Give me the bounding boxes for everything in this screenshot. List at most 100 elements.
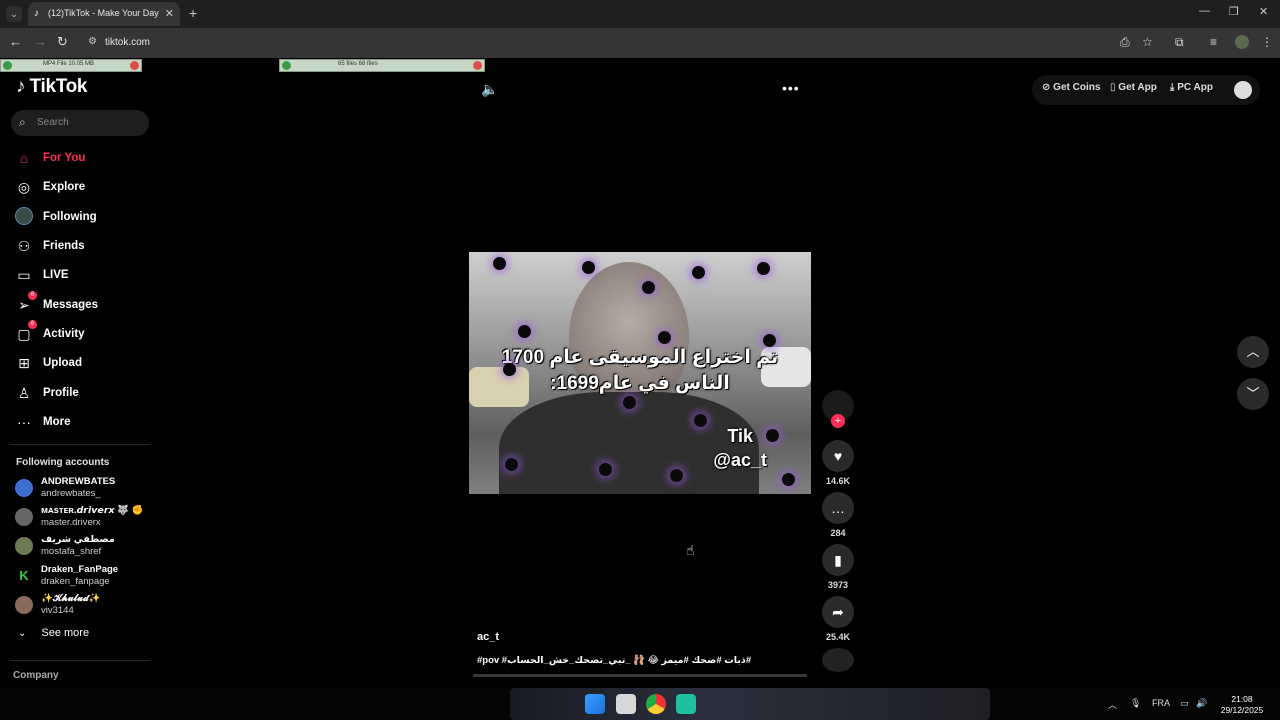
next-video-button[interactable]: ﹀ [1237,378,1269,410]
video-caption-line2: الناس في عام1699: [550,373,730,394]
company-link[interactable]: Company [13,670,59,681]
watermark-line1: Tik [727,426,753,446]
download-icon: ⤓ [1170,82,1175,93]
nav-friends[interactable]: ⚇ Friends [14,235,85,257]
nav-for-you[interactable]: ⌂ For You [14,147,86,169]
previous-video-button[interactable]: ︿ [1237,336,1269,368]
follow-plus-icon[interactable]: + [831,414,845,428]
nav-label: Messages [43,299,98,311]
microphone-icon[interactable]: 🎙 [1130,698,1141,709]
chrome-icon[interactable] [646,694,666,714]
overlay-dot [505,458,518,471]
site-info-icon[interactable]: ⚙ [88,36,97,47]
avatar [15,537,33,555]
nav-messages[interactable]: ➢ 6 Messages [14,291,98,316]
install-app-icon[interactable]: ⎙ [1120,35,1130,50]
more-options-icon[interactable]: ••• [782,80,800,96]
nav-following[interactable]: Following [14,206,97,228]
browser-tab-bar: ⌄ ♪ (12)TikTok - Make Your Day ✕ + — ❐ ✕ [0,0,1280,28]
tiktok-logo[interactable]: ♪ TikTok [16,76,87,98]
close-window-icon[interactable]: ✕ [1259,5,1268,18]
download-close-icon[interactable] [130,61,139,70]
bookmark-star-icon[interactable]: ☆ [1142,35,1153,49]
windows-taskbar: ︿ 🎙 FRA ▭ 🔊 [0,688,1280,720]
file-explorer-icon[interactable] [616,694,636,714]
profile-icon: ♙ [17,384,31,401]
nav-label: Explore [43,181,86,193]
get-app-label: Get App [1118,82,1157,93]
app-icon[interactable] [676,694,696,714]
video-player[interactable]: تم اختراع الموسيقى عام 1700 الناس في عام… [469,252,811,494]
pc-app-label: PC App [1177,82,1213,93]
back-icon[interactable]: ← [9,34,22,49]
overlay-dot [582,261,595,274]
restore-icon[interactable]: ❐ [1229,5,1239,18]
video-author[interactable]: ac_t [477,631,499,643]
tray-chevron-icon[interactable]: ︿ [1108,698,1117,711]
account-handle: andrewbates_ [41,488,101,499]
download-close-icon[interactable] [473,61,482,70]
nav-live[interactable]: ▭ LIVE [14,264,68,286]
get-coins-button[interactable]: ⊘ Get Coins [1042,82,1100,93]
download-text: 65 files 68 files [338,61,378,67]
language-indicator[interactable]: FRA [1152,698,1170,708]
reload-icon[interactable]: ↻ [57,34,68,50]
comment-icon: … [822,492,854,524]
search-input[interactable]: ⌕ Search [11,110,149,136]
nav-label: For You [43,152,86,164]
account-name: Draken_FanPage [41,564,119,575]
like-count: 14.6K [825,476,851,486]
save-count: 3973 [827,580,849,590]
forward-icon[interactable]: → [34,34,47,49]
url-text: tiktok.com [105,37,151,48]
nav-explore[interactable]: ◎ Explore [14,176,85,198]
tiktok-note-icon: ♪ [16,76,26,97]
network-icon[interactable]: ▭ [1180,698,1189,709]
overlay-dot [670,469,683,482]
minimize-icon[interactable]: — [1199,5,1210,17]
nav-activity[interactable]: ▢ 6 Activity [14,320,85,345]
nav-label: More [43,416,71,428]
get-coins-label: Get Coins [1053,82,1101,93]
extensions-icon[interactable]: ⧉ [1175,35,1184,50]
pc-app-button[interactable]: ⤓ PC App [1170,82,1213,93]
account-handle: draken_fanpage [41,576,110,587]
browser-tab[interactable]: ♪ (12)TikTok - Make Your Day ✕ [28,2,180,26]
nav-upload[interactable]: ⊞ Upload [14,352,82,374]
speaker-icon[interactable]: 🔊 [1196,698,1207,709]
address-bar[interactable]: ⚙ tiktok.com [80,32,1160,54]
tab-close-icon[interactable]: ✕ [165,7,174,20]
get-app-button[interactable]: ▯ Get App [1110,82,1157,93]
video-progress-bar[interactable] [473,674,807,677]
taskbar-clock[interactable]: 21:08 29/12/2025 [1212,694,1272,716]
new-tab-button[interactable]: + [189,5,197,21]
volume-icon[interactable]: 🔈 [481,81,498,98]
tab-search-dropdown[interactable]: ⌄ [6,6,22,22]
search-placeholder: Search [37,117,69,128]
media-controls-icon[interactable]: ≡ [1210,35,1217,49]
compass-icon: ◎ [17,178,31,195]
chrome-profile-avatar[interactable] [1235,35,1249,49]
download-item[interactable]: MP4 File 10.05 MB [0,59,142,72]
chrome-menu-icon[interactable]: ⋮ [1261,35,1273,49]
account-name: ✨𝓚𝓱𝓾𝓵𝓾𝓭✨ [41,593,101,604]
nav-label: Activity [43,328,85,340]
nav-label: Friends [43,240,85,252]
overlay-dot [658,331,671,344]
music-disc-icon [822,648,854,672]
following-avatar-icon [14,206,34,228]
avatar: K [15,567,33,585]
video-caption-line1: تم اختراع الموسيقى عام 1700 [501,347,779,368]
clock-date: 29/12/2025 [1220,705,1264,715]
windows-start-icon[interactable] [585,694,605,714]
following-accounts-title: Following accounts [16,457,110,468]
overlay-dot [503,363,516,376]
see-more-button[interactable]: ⌄ See more [18,627,89,639]
overlay-dot [493,257,506,270]
download-status-icon [282,61,291,70]
nav-profile[interactable]: ♙ Profile [14,382,79,404]
nav-more[interactable]: ··· More [14,411,70,433]
download-item[interactable]: 65 files 68 files [279,59,485,72]
user-avatar[interactable] [1234,81,1252,99]
friends-icon: ⚇ [17,237,31,254]
